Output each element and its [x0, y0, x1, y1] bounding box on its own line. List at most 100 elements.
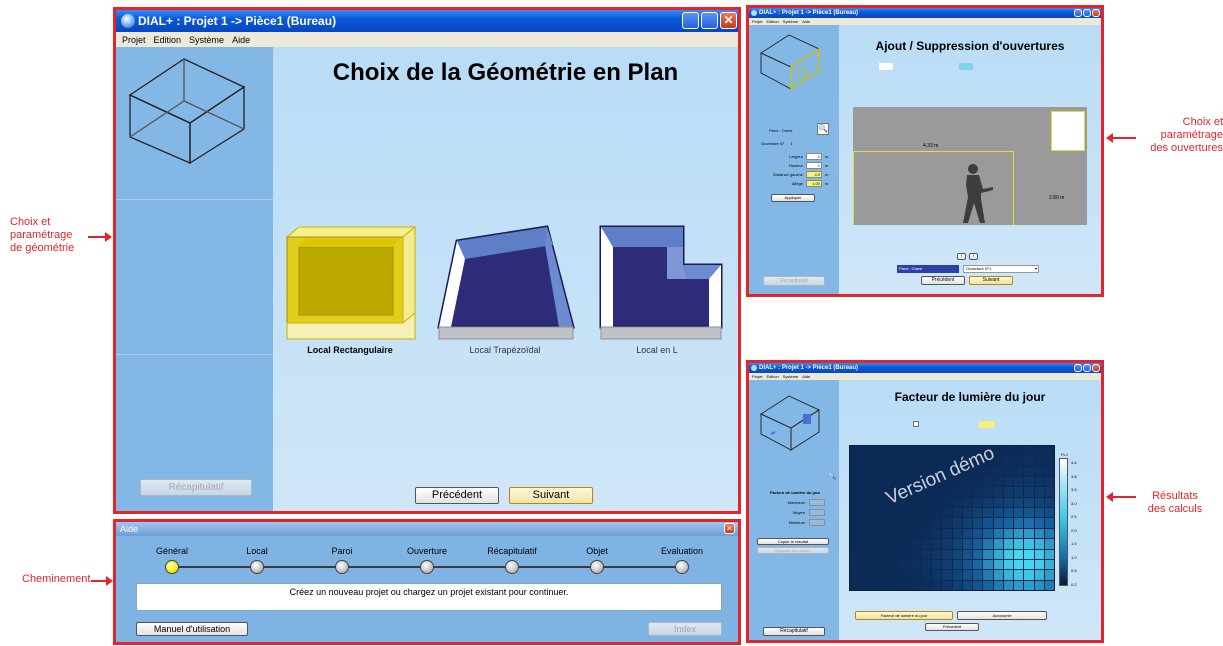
heatmap-cell: [921, 456, 931, 466]
copy-result-button[interactable]: Copier le résultat: [757, 538, 829, 545]
step-label[interactable]: Local: [217, 546, 297, 556]
trapezoidal-room-option[interactable]: [435, 225, 575, 341]
dimension-line: [853, 151, 854, 225]
summary-button[interactable]: Récapitulatif: [763, 627, 825, 636]
opening-select[interactable]: Ouverture N°1 ▾: [963, 265, 1039, 273]
tab-autonomy[interactable]: Autonomie: [957, 611, 1047, 620]
arrow-right-button[interactable]: ›: [969, 253, 978, 260]
menu-aide[interactable]: Aide: [802, 19, 810, 24]
results-minimize-button[interactable]: [1074, 364, 1082, 372]
step-dot[interactable]: [335, 560, 349, 574]
menu-edition[interactable]: Edition: [766, 374, 778, 379]
menu-projet[interactable]: Projet: [752, 19, 762, 24]
arrow-left-button[interactable]: ‹: [957, 253, 966, 260]
heatmap-cell: [1024, 477, 1034, 487]
index-button[interactable]: Index: [648, 622, 722, 636]
step-label[interactable]: Paroi: [302, 546, 382, 556]
next-button[interactable]: Suivant: [969, 276, 1013, 285]
openings-minimize-button[interactable]: [1074, 9, 1082, 17]
heatmap-cell: [911, 580, 921, 590]
next-button[interactable]: Suivant: [509, 487, 593, 504]
manual-button[interactable]: Manuel d'utilisation: [136, 622, 248, 636]
menu-edition[interactable]: Edition: [766, 19, 778, 24]
step-dot[interactable]: [590, 560, 604, 574]
heatmap-cell: [1003, 549, 1013, 559]
menu-systeme[interactable]: Système: [189, 35, 224, 45]
annotation-path: Cheminement: [22, 573, 91, 585]
l-room-label[interactable]: Local en L: [591, 345, 723, 355]
search-icon[interactable]: 🔍: [817, 123, 829, 135]
field-input[interactable]: 1: [806, 162, 822, 169]
maximize-button[interactable]: [701, 12, 718, 29]
heatmap-cell: [891, 528, 901, 539]
close-button[interactable]: ✕: [720, 12, 737, 29]
results-heading: Facteur de lumière du jour: [894, 390, 1046, 404]
heatmap-cell: [870, 518, 880, 528]
menu-systeme[interactable]: Système: [783, 19, 799, 24]
legend-tick: 3.5: [1071, 487, 1077, 493]
window-opening[interactable]: [1051, 111, 1085, 151]
heatmap-cell: [932, 528, 942, 539]
step-dot[interactable]: [165, 560, 179, 574]
step-label[interactable]: Récapitulatif: [472, 546, 552, 556]
summary-button[interactable]: Récapitulatif: [763, 276, 825, 286]
legend-tick: 2.0: [1071, 527, 1077, 533]
stat-value: [809, 509, 825, 516]
previous-button[interactable]: Précédent: [925, 623, 979, 631]
summary-button[interactable]: Récapitulatif: [140, 479, 252, 496]
heatmap-cell: [1044, 580, 1054, 590]
heatmap-cell: [993, 487, 1003, 497]
heatmap-cell: [850, 456, 860, 466]
rectangular-room-label[interactable]: Local Rectangulaire: [285, 345, 415, 355]
rectangular-room-option[interactable]: [285, 225, 417, 341]
annotation-openings: Choix et paramétrage des ouvertures: [1150, 116, 1223, 154]
heatmap-cell: [983, 508, 993, 518]
menu-projet[interactable]: Projet: [122, 35, 146, 45]
heatmap-cell: [952, 518, 962, 528]
step-label[interactable]: Général: [132, 546, 212, 556]
field-input[interactable]: 4.0: [806, 171, 822, 178]
step-dot[interactable]: [250, 560, 264, 574]
field-input[interactable]: 1.00: [806, 180, 822, 187]
export-values-button[interactable]: Exporter les valeurs: [757, 547, 829, 554]
heatmap-cell: [921, 549, 931, 559]
heatmap-cell: [860, 580, 870, 590]
apply-button[interactable]: Appliquer: [771, 194, 815, 202]
results-close-button[interactable]: [1092, 364, 1100, 372]
search-icon[interactable]: 🔍: [827, 472, 837, 482]
heatmap-cell: [870, 580, 880, 590]
heatmap-cell: [973, 508, 983, 518]
openings-maximize-button[interactable]: [1083, 9, 1091, 17]
step-dot[interactable]: [505, 560, 519, 574]
heatmap-cell: [850, 559, 860, 570]
menu-edition[interactable]: Edition: [154, 35, 182, 45]
previous-button[interactable]: Précédent: [415, 487, 499, 504]
menu-aide[interactable]: Aide: [232, 35, 250, 45]
openings-close-button[interactable]: [1092, 9, 1100, 17]
step-label[interactable]: Objet: [557, 546, 637, 556]
main-sidepanel: Récapitulatif: [116, 47, 273, 511]
menu-projet[interactable]: Projet: [752, 374, 762, 379]
option-checkbox[interactable]: [913, 421, 919, 427]
results-maximize-button[interactable]: [1083, 364, 1091, 372]
minimize-button[interactable]: [682, 12, 699, 29]
menu-aide[interactable]: Aide: [802, 374, 810, 379]
previous-button[interactable]: Précédent: [921, 276, 965, 285]
wall-select[interactable]: Paroi : Ouest: [897, 265, 959, 273]
heatmap-cell: [1014, 518, 1024, 528]
step-dot[interactable]: [675, 560, 689, 574]
step-label[interactable]: Evaluation: [642, 546, 722, 556]
help-close-button[interactable]: ✕: [724, 523, 735, 534]
heatmap-cell: [911, 539, 921, 549]
l-room-option[interactable]: [591, 225, 723, 341]
field-input[interactable]: 1: [806, 153, 822, 160]
step-label[interactable]: Ouverture: [387, 546, 467, 556]
tab-daylight-factor[interactable]: Facteur de lumière du jour: [855, 611, 953, 620]
trapezoidal-room-label[interactable]: Local Trapézoïdal: [435, 345, 575, 355]
heatmap-cell: [1003, 477, 1013, 487]
heatmap-cell: [962, 518, 972, 528]
legend-tick: 4.6: [1071, 460, 1077, 465]
heatmap-cell: [870, 456, 880, 466]
step-dot[interactable]: [420, 560, 434, 574]
menu-systeme[interactable]: Système: [783, 374, 799, 379]
